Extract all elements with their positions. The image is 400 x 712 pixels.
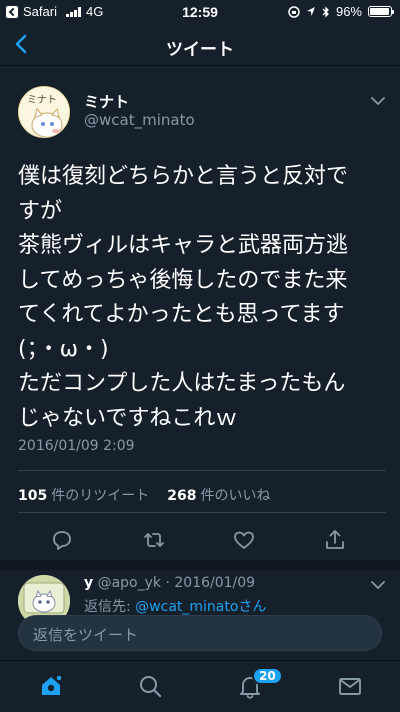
rotation-lock-icon xyxy=(288,5,300,18)
tweet-stats: 105 件のリツイート 268 件のいいね xyxy=(18,485,270,505)
reply-icon[interactable] xyxy=(50,528,74,552)
tweet-timestamp: 2016/01/09 2:09 xyxy=(18,438,135,454)
notifications-badge: 20 xyxy=(252,667,283,685)
battery-icon xyxy=(368,6,394,17)
retweet-icon[interactable] xyxy=(142,528,166,552)
page-title: ツイート xyxy=(166,40,234,60)
reply-menu-chevron-down-icon[interactable] xyxy=(370,580,386,590)
tweet-action-bar xyxy=(0,528,400,552)
retweet-count[interactable]: 105 xyxy=(18,488,47,504)
reply-author-handle[interactable]: @apo_yk xyxy=(98,575,161,591)
reply-date: · 2016/01/09 xyxy=(165,575,256,591)
retweet-count-label[interactable]: 件のリツイート xyxy=(51,485,149,505)
status-bar: Safari 4G 12:59 96% xyxy=(0,0,400,24)
reply-preview: 返信先: @wcat_minatoさん xyxy=(84,596,266,616)
reply-input[interactable]: 返信をツイート xyxy=(18,615,382,651)
divider xyxy=(18,470,386,471)
reply-header: y @apo_yk · 2016/01/09 xyxy=(84,575,255,591)
like-count-label[interactable]: 件のいいね xyxy=(200,485,270,505)
like-count[interactable]: 268 xyxy=(167,488,196,504)
author-handle[interactable]: @wcat_minato xyxy=(84,111,195,129)
cat-avatar-illustration: ミナト xyxy=(19,87,69,137)
avatar-text: ミナト xyxy=(27,94,57,106)
divider xyxy=(18,512,386,513)
section-separator xyxy=(0,560,400,570)
home-icon[interactable] xyxy=(38,673,64,699)
tweet-text: 僕は復刻どちらかと言うと反対で すが 茶熊ヴィルはキャラと武器両方逃 してめっち… xyxy=(18,164,349,431)
location-icon xyxy=(306,7,315,16)
bluetooth-icon xyxy=(322,5,329,18)
reply-to-prefix: 返信先: xyxy=(84,599,136,615)
battery-level xyxy=(370,8,390,15)
reply-to-mention[interactable]: @wcat_minatoさん xyxy=(135,599,266,615)
like-heart-icon[interactable] xyxy=(232,528,256,552)
search-icon[interactable] xyxy=(137,673,163,699)
messages-envelope-icon[interactable] xyxy=(337,673,363,699)
status-right: 96% xyxy=(288,4,394,19)
nav-bar: ツイート xyxy=(0,24,400,66)
author-name[interactable]: ミナト xyxy=(84,91,129,112)
share-icon[interactable] xyxy=(323,528,347,552)
reply-author-name[interactable]: y xyxy=(84,575,93,591)
tab-bar: 20 xyxy=(0,660,400,712)
author-avatar[interactable]: ミナト xyxy=(18,86,70,138)
reply-input-placeholder: 返信をツイート xyxy=(33,626,139,644)
battery-percent: 96% xyxy=(335,4,362,19)
tweet-menu-chevron-down-icon[interactable] xyxy=(370,96,386,106)
